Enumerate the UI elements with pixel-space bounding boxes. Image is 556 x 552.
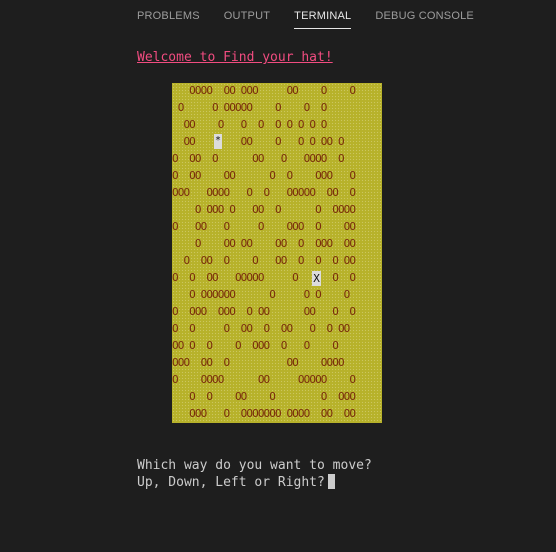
hat-marker: X [312,271,321,286]
board-row: O OO OO O O OOO O [172,169,356,182]
board-row: O O OOOOO O O O [172,101,328,114]
board-row: OO O O O O O O O O [172,118,327,131]
board-row: O OOO O OO O O OOOO [172,203,356,216]
prompt-question: Which way do you want to move? [137,458,372,473]
tab-debug-console[interactable]: DEBUG CONSOLE [375,10,474,29]
player-marker: * [214,134,222,149]
board-row: O OOOO OO OOOOO O [172,373,356,386]
move-prompt[interactable]: Which way do you want to move? Up, Down,… [137,457,372,491]
board-row: OOO OOOO O O OOOOO OO O [172,186,356,199]
board-row: OO OO O O O OO O [172,135,344,148]
board-row: O OO O O OOO O OO [172,220,356,233]
tab-terminal[interactable]: TERMINAL [294,10,352,29]
board-row: O OOOOOO O O O O [172,288,350,301]
board-row: OOO O OOOOOOO OOOO OO OO [172,407,356,420]
game-board: OOOO OO OOO OO O O O O OOOOO O O O OO O … [172,83,382,423]
board-row: O OOO OOO O OO OO O O [172,305,356,318]
board-row: OOOO OO OOO OO O O [172,84,356,97]
board-row: O OO O OO O OOOO O [172,152,345,165]
board-row: O OO O O OO O O O OO [172,254,356,267]
welcome-message: Welcome to Find your hat! [137,50,333,65]
tab-output[interactable]: OUTPUT [224,10,270,29]
board-row: OOO OO O OO OOOO [172,356,345,369]
terminal-cursor [327,474,335,489]
board-row: OO O O O OOO O O O [172,339,339,352]
prompt-options: Up, Down, Left or Right? [137,475,325,490]
board-row: O O OO OOOOO O O O [172,271,356,284]
panel-tab-bar: PROBLEMS OUTPUT TERMINAL DEBUG CONSOLE [137,10,474,29]
tab-problems[interactable]: PROBLEMS [137,10,200,29]
board-row: O O O OO O OO O O OO [172,322,350,335]
board-row: O O OO O O OOO [172,390,356,403]
board-row: O OO OO OO O OOO OO [172,237,356,250]
